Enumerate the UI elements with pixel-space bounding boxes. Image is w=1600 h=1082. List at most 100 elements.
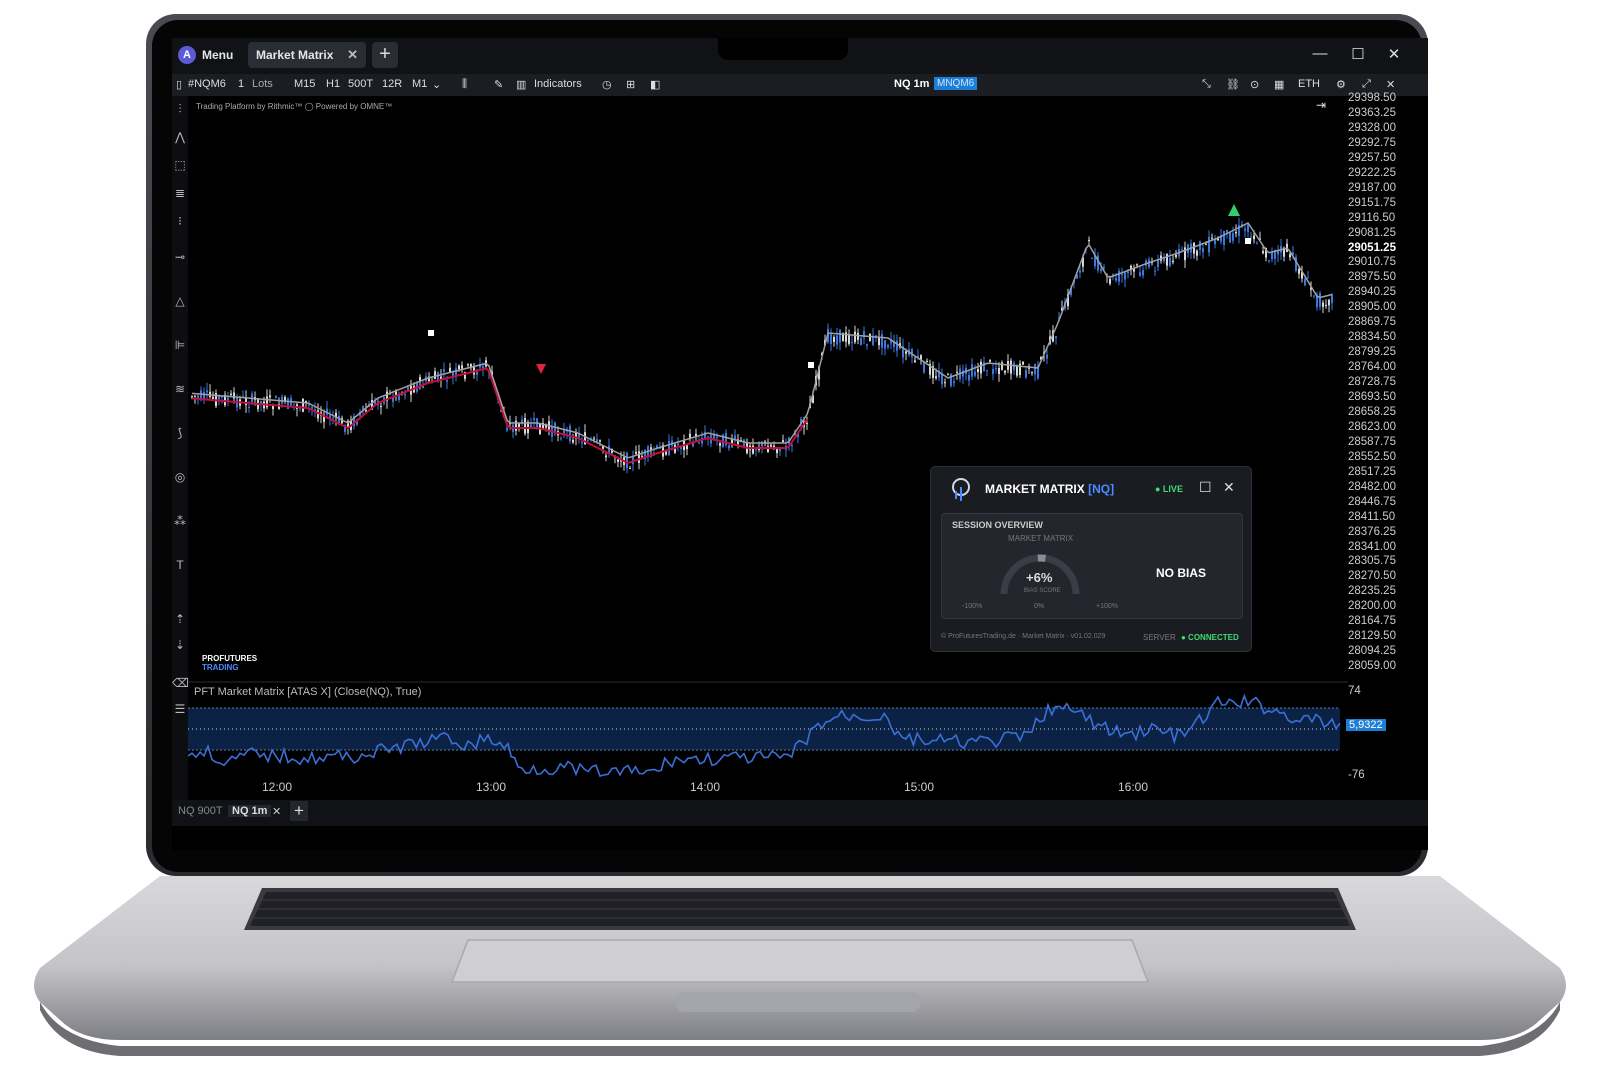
quantity-value[interactable]: 1 (238, 78, 244, 90)
timeframe-m15[interactable]: M15 (294, 78, 315, 90)
fib-tool-icon[interactable]: ≣ (172, 186, 188, 200)
camera-icon[interactable]: ⊙ (1250, 78, 1259, 91)
close-chart-icon[interactable]: ✕ (1386, 78, 1395, 91)
gauge-subtitle: MARKET MATRIX (1008, 534, 1074, 543)
volume-profile-icon[interactable]: ⊫ (172, 338, 188, 352)
candle (866, 343, 868, 350)
candle (974, 364, 976, 378)
tab-nq-900t[interactable]: NQ 900T (178, 805, 223, 817)
candle (257, 398, 259, 413)
bias-label: NO BIAS (1156, 566, 1207, 580)
scroll-to-end-icon[interactable]: ⇥ (1316, 98, 1326, 112)
triangle-tool-icon[interactable]: △ (172, 294, 188, 308)
price-label: 29363.25 (1348, 106, 1396, 119)
zigzag-tool-icon[interactable]: ⋀ (172, 130, 188, 144)
text-tool-icon[interactable]: T (172, 558, 188, 572)
candle (869, 333, 871, 342)
candle (1277, 245, 1279, 263)
menu-button[interactable]: A Menu (178, 44, 233, 66)
candle (752, 438, 754, 455)
symbol-selector[interactable]: #NQM6 (188, 78, 226, 90)
candle (722, 433, 724, 448)
timeframe-500t[interactable]: 500T (348, 78, 373, 90)
timeframe-h1[interactable]: H1 (326, 78, 340, 90)
crosshair-icon[interactable]: ⤡ (1202, 78, 1211, 91)
add-chart-tab-button[interactable]: + (290, 801, 308, 821)
candle (605, 452, 607, 462)
chart-type-icon[interactable]: ⫼ (462, 78, 467, 91)
chevron-down-icon[interactable]: ⌄ (432, 78, 441, 91)
curve-tool-icon[interactable]: ⟆ (172, 426, 188, 440)
candle (1001, 360, 1003, 371)
clock-icon[interactable]: ◷ (602, 78, 612, 91)
widget-close-icon[interactable]: ✕ (1223, 479, 1235, 496)
section-title: SESSION OVERVIEW (952, 520, 1043, 530)
indicator-label: PFT Market Matrix [ATAS X] (Close(NQ), T… (194, 686, 422, 698)
candle (1187, 243, 1189, 258)
symbol-link-icon[interactable]: ▯ (176, 78, 182, 91)
candle (677, 437, 679, 452)
price-chart[interactable] (188, 96, 1428, 806)
tab-market-matrix[interactable]: Market Matrix ✕ (248, 42, 366, 68)
cursor-tool-icon[interactable]: ⫶ (172, 102, 188, 117)
platform-credit: Trading Platform by Rithmic™ ◯ Powered b… (196, 102, 393, 111)
fullscreen-icon[interactable]: ⤢ (1362, 78, 1371, 91)
logo-top: PROFUTURES (202, 654, 258, 663)
candle (1301, 265, 1303, 283)
layout-icon[interactable]: ⊞ (626, 78, 635, 91)
tab-nq-1m[interactable]: NQ 1m (228, 805, 272, 817)
widget-maximize-icon[interactable]: ☐ (1199, 479, 1212, 496)
short-position-icon[interactable]: ⇣ (172, 638, 188, 652)
rectangle-tool-icon[interactable]: ⬚ (172, 158, 188, 172)
candle (1139, 265, 1141, 278)
gear-icon[interactable]: ⚙ (1336, 78, 1346, 91)
timeframe-12r[interactable]: 12R (382, 78, 402, 90)
pattern-tool-icon[interactable]: ≋ (172, 382, 188, 396)
calendar-icon[interactable]: ▦ (1274, 78, 1284, 91)
tab-close-icon[interactable]: ✕ (347, 47, 358, 63)
candle (314, 402, 316, 418)
candle (749, 443, 751, 458)
close-button[interactable]: ✕ (1384, 45, 1404, 63)
quantity-unit[interactable]: Lots (252, 78, 273, 90)
price-label: 28517.25 (1348, 465, 1396, 478)
candle (449, 362, 451, 373)
minimize-button[interactable]: — (1310, 45, 1330, 62)
shapes-tool-icon[interactable]: ⁂ (172, 514, 188, 528)
timeframe-m1[interactable]: M1 (412, 78, 427, 90)
candle (392, 390, 394, 408)
candle (461, 361, 463, 373)
candle (521, 415, 523, 426)
candle (896, 334, 898, 357)
panel-toggle-icon[interactable]: ◧ (650, 78, 660, 91)
candle (1013, 360, 1015, 375)
price-label: 28059.00 (1348, 660, 1396, 673)
range-tool-icon[interactable]: ⁝ (172, 214, 188, 228)
candle (1235, 224, 1237, 238)
candle (968, 371, 970, 387)
link-icon[interactable]: ⛓ (1226, 78, 1240, 91)
horizontal-line-icon[interactable]: ⊸ (172, 250, 188, 264)
object-tree-icon[interactable]: ☰ (172, 702, 188, 716)
chart-toolbar: ▯ #NQM6 1 Lots M15 H1 500T 12R M1 ⌄ ⫼ ✎ … (172, 74, 1428, 96)
long-position-icon[interactable]: ⇡ (172, 612, 188, 626)
tab-close-icon[interactable]: ✕ (272, 805, 281, 818)
app-logo-icon: A (178, 46, 196, 64)
price-label: 29292.75 (1348, 136, 1396, 149)
indicators-button[interactable]: Indicators (534, 78, 582, 90)
eraser-icon[interactable]: ⌫ (172, 676, 189, 690)
candle (1157, 254, 1159, 271)
indicators-icon[interactable]: ▥ (516, 78, 526, 91)
maximize-button[interactable]: ☐ (1348, 45, 1368, 63)
candle (269, 389, 271, 403)
new-tab-button[interactable]: + (372, 42, 398, 68)
magnet-icon[interactable]: ◎ (172, 470, 188, 484)
candle (767, 438, 769, 453)
market-matrix-widget: MARKET MATRIX [NQ] ● LIVE ☐ ✕ SESSION OV… (930, 466, 1252, 652)
session-selector[interactable]: ETH (1298, 78, 1320, 90)
pencil-icon[interactable]: ✎ (494, 78, 503, 91)
current-price-label: 29051.25 (1348, 241, 1396, 254)
camera-notch (718, 38, 848, 60)
candle (932, 361, 934, 385)
price-label: 28482.00 (1348, 480, 1396, 493)
